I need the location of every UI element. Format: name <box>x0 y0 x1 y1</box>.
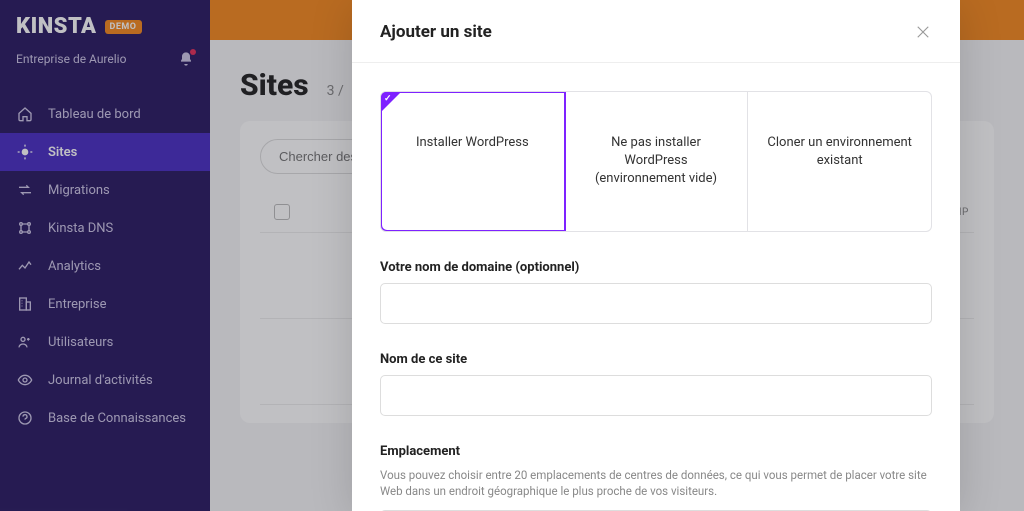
field-label: Votre nom de domaine (optionnel) <box>380 260 932 275</box>
option-install-wordpress[interactable]: Installer WordPress <box>381 92 565 231</box>
field-location: Emplacement Vous pouvez choisir entre 20… <box>380 444 932 511</box>
option-clone-env[interactable]: Cloner un environnement existant <box>748 92 931 231</box>
install-options: Installer WordPress Ne pas installer Wor… <box>380 91 932 232</box>
option-label: Cloner un environnement existant <box>767 135 912 168</box>
add-site-modal: Ajouter un site Installer WordPress Ne p… <box>352 0 960 511</box>
field-label: Emplacement <box>380 444 932 459</box>
modal-body: Installer WordPress Ne pas installer Wor… <box>352 63 960 511</box>
field-label: Nom de ce site <box>380 352 932 367</box>
option-label: Installer WordPress <box>416 135 529 150</box>
option-no-install[interactable]: Ne pas installer WordPress (environnemen… <box>565 92 749 231</box>
modal-title: Ajouter un site <box>380 22 492 42</box>
field-site-name: Nom de ce site <box>380 352 932 416</box>
domain-input[interactable] <box>380 283 932 324</box>
modal-header: Ajouter un site <box>352 0 960 63</box>
site-name-input[interactable] <box>380 375 932 416</box>
option-label: Ne pas installer WordPress (environnemen… <box>595 135 717 186</box>
field-domain: Votre nom de domaine (optionnel) <box>380 260 932 324</box>
close-icon[interactable] <box>914 23 932 41</box>
field-help: Vous pouvez choisir entre 20 emplacement… <box>380 467 932 500</box>
